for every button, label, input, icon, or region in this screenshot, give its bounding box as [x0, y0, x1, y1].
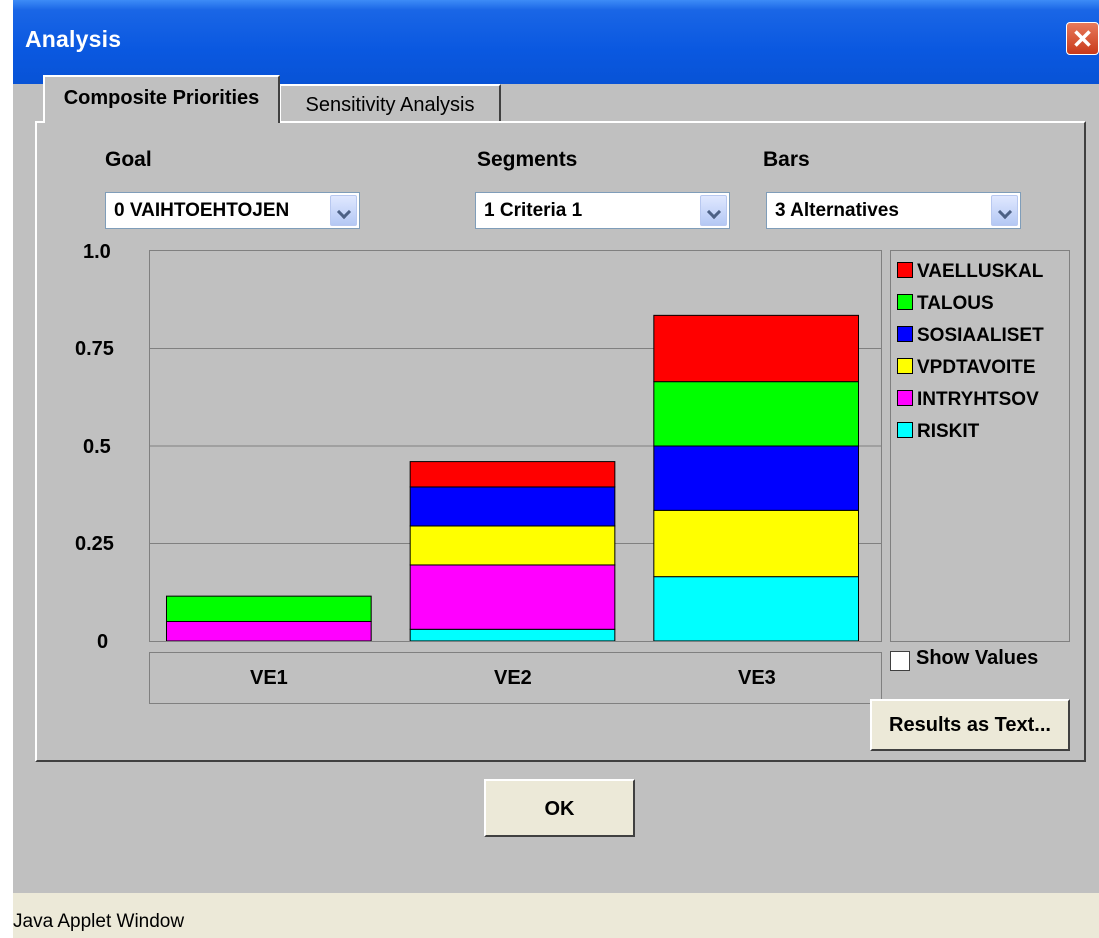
chevron-down-icon[interactable] [991, 195, 1018, 226]
x-category-label: VE3 [738, 667, 776, 689]
show-values-checkbox[interactable] [890, 651, 910, 671]
bar-segment-ve3-vaelluskal [653, 314, 860, 383]
segments-select[interactable]: 1 Criteria 1 [475, 192, 730, 229]
close-button[interactable]: ✕ [1066, 22, 1099, 55]
ok-button[interactable]: OK [484, 779, 635, 837]
y-tick-label: 0.25 [75, 533, 114, 555]
y-tick-label: 1.0 [83, 241, 111, 263]
bar-segment-ve1-intryhtsov [165, 621, 372, 642]
segments-label: Segments [477, 148, 578, 171]
bar-segment-ve3-riskit [653, 576, 860, 642]
show-values-label: Show Values [916, 647, 1039, 669]
tab-sensitivity-analysis[interactable]: Sensitivity Analysis [279, 84, 501, 123]
legend-swatch [897, 326, 913, 342]
legend-swatch [897, 262, 913, 278]
x-category-label: VE2 [494, 667, 532, 689]
analysis-window: Analysis ✕ Composite Priorities Sensitiv… [13, 0, 1099, 938]
bar-segment-ve2-vaelluskal [409, 461, 616, 488]
goal-select-value: 0 VAIHTOEHTOJEN [114, 200, 290, 221]
chevron-down-icon[interactable] [330, 195, 357, 226]
bars-label: Bars [763, 148, 810, 171]
tab-panel: Goal Segments Bars 0 VAIHTOEHTOJEN 1 Cri… [35, 121, 1086, 762]
title-bar[interactable]: Analysis ✕ [13, 0, 1099, 84]
bars-select[interactable]: 3 Alternatives [766, 192, 1021, 229]
segments-select-value: 1 Criteria 1 [484, 200, 583, 221]
y-tick-label: 0 [97, 631, 109, 653]
bar-segment-ve2-riskit [409, 628, 616, 642]
bars-select-value: 3 Alternatives [775, 200, 899, 221]
chart-legend: VAELLUSKAL TALOUS SOSIAALISET VPDTAVOITE… [890, 250, 1070, 642]
y-tick-label: 0.75 [75, 338, 114, 360]
legend-swatch [897, 294, 913, 310]
window-title: Analysis [25, 26, 122, 52]
stacked-bar-chart [150, 314, 881, 642]
status-text: Java Applet Window [13, 911, 185, 932]
tab-composite-priorities[interactable]: Composite Priorities [43, 75, 280, 123]
y-tick-label: 0.5 [83, 436, 111, 458]
results-as-text-button[interactable]: Results as Text... [870, 699, 1070, 751]
bar-segment-ve3-sosiaaliset [653, 445, 860, 511]
goal-select[interactable]: 0 VAIHTOEHTOJEN [105, 192, 360, 229]
goal-label: Goal [105, 148, 152, 171]
x-axis-labels: VE1 VE2 VE3 [149, 652, 882, 704]
bar-segment-ve2-vpdtavoite [409, 525, 616, 566]
legend-swatch [897, 358, 913, 374]
chart-plot-area [149, 250, 882, 642]
close-icon: ✕ [1071, 24, 1094, 54]
bar-segment-ve3-talous [653, 381, 860, 447]
legend-swatch [897, 390, 913, 406]
bar-segment-ve1-talous [165, 595, 372, 622]
chevron-down-icon[interactable] [700, 195, 727, 226]
bar-segment-ve3-vpdtavoite [653, 509, 860, 578]
bar-segment-ve2-sosiaaliset [409, 486, 616, 527]
legend-swatch [897, 422, 913, 438]
bar-segment-ve2-intryhtsov [409, 564, 616, 630]
x-category-label: VE1 [250, 667, 288, 689]
status-bar: Java Applet Window [13, 893, 1099, 938]
